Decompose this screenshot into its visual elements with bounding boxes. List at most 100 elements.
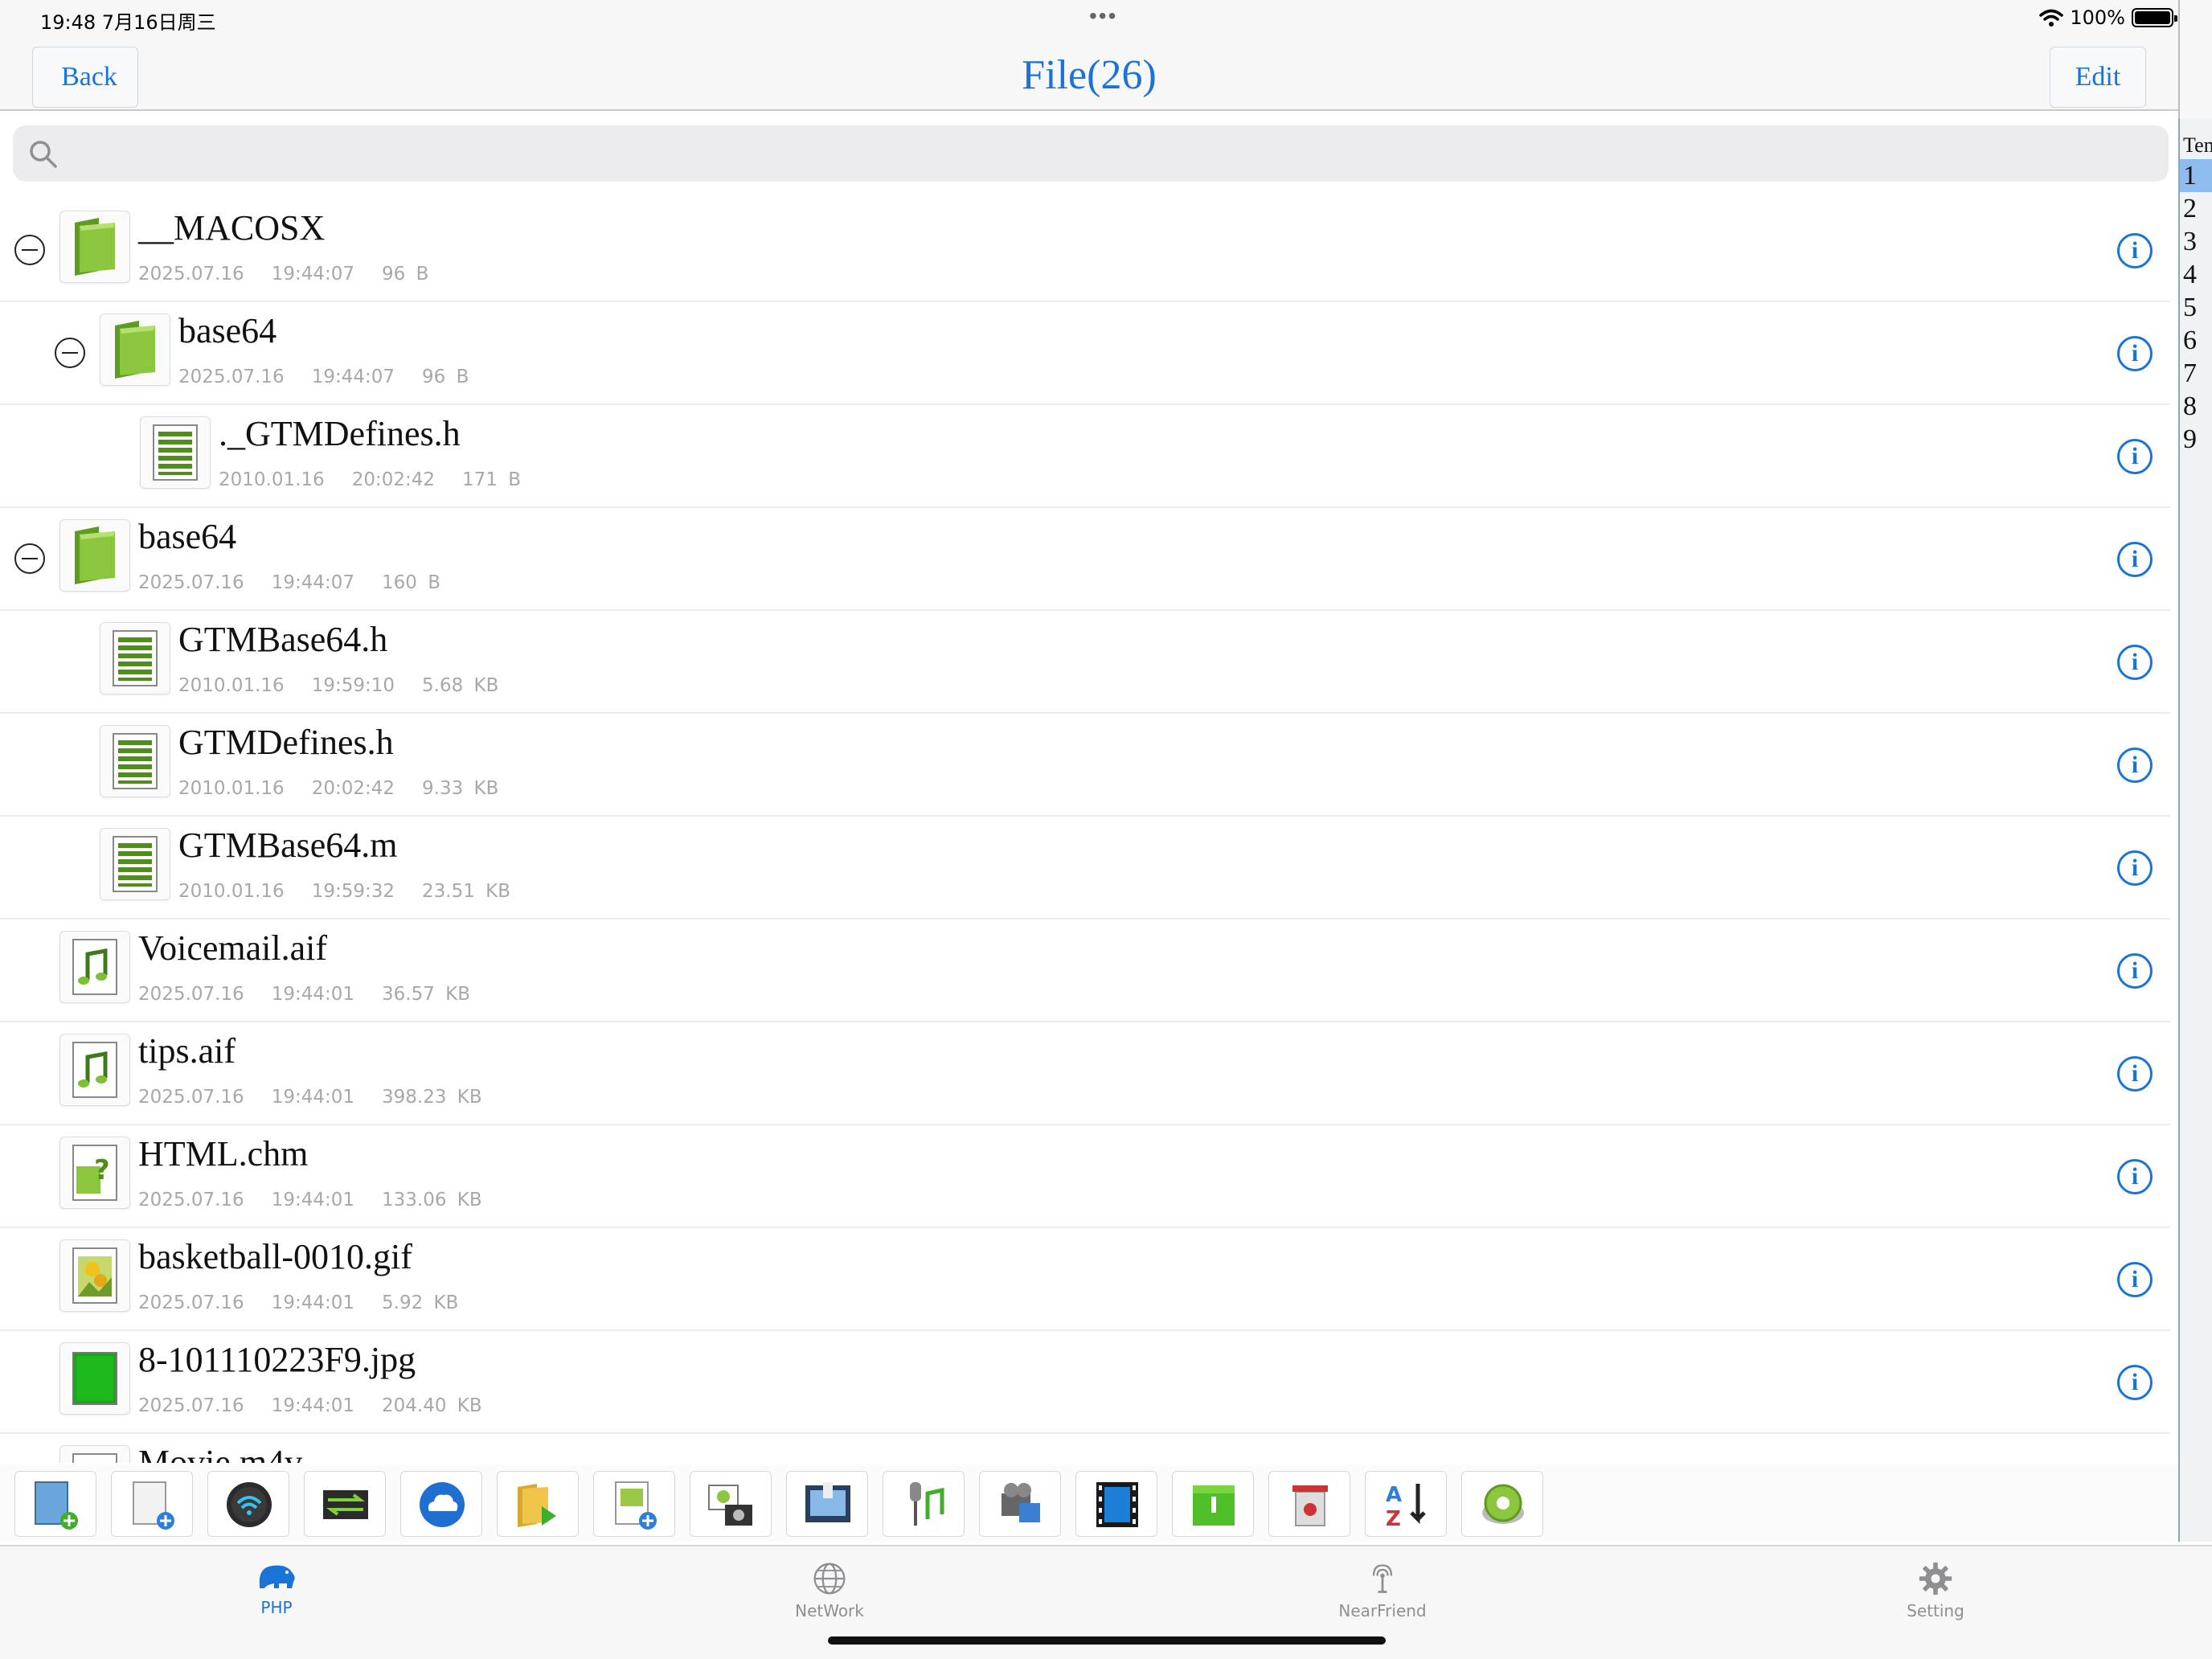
jpg-thumbnail-icon <box>59 1342 130 1415</box>
collapse-toggle-icon[interactable] <box>55 338 85 368</box>
new-folder-button[interactable] <box>14 1471 96 1537</box>
zip-archive-button[interactable] <box>1172 1471 1254 1537</box>
file-row[interactable]: tips.aif 2025.07.16 19:44:01 398.23 KB i <box>0 1022 2170 1125</box>
edit-button[interactable]: Edit <box>2050 47 2146 108</box>
video-camera-icon <box>1002 1483 1040 1522</box>
file-list[interactable]: __MACOSX 2025.07.16 19:44:07 96 B i base64 … <box>0 199 2178 1463</box>
file-row[interactable]: __MACOSX 2025.07.16 19:44:07 96 B i <box>0 199 2170 302</box>
new-file-button[interactable] <box>111 1471 193 1537</box>
index-item[interactable]: 1 <box>2180 159 2212 192</box>
file-row[interactable]: basketball-0010.gif 2025.07.16 19:44:01 5.… <box>0 1228 2170 1331</box>
index-item[interactable]: 9 <box>2180 423 2212 456</box>
film-button[interactable] <box>1075 1471 1157 1537</box>
file-date: 2010.01.16 <box>178 675 285 696</box>
movie-file-icon <box>59 1445 130 1463</box>
collapse-toggle-icon[interactable] <box>14 543 45 574</box>
file-name: __MACOSX <box>138 208 326 248</box>
screenshot-button[interactable] <box>786 1471 868 1537</box>
transfer-arrows-button[interactable] <box>304 1471 386 1537</box>
status-time: 19:48 7月16日周三 <box>40 11 216 34</box>
file-date: 2025.07.16 <box>178 367 285 387</box>
multitasking-dots-icon[interactable]: ••• <box>1089 3 1117 29</box>
index-item[interactable]: 3 <box>2180 225 2212 258</box>
file-name: 8-101110223F9.jpg <box>138 1340 416 1379</box>
action-toolbar: AZ <box>0 1464 2178 1542</box>
navigation-bar: Back File(26) Edit <box>0 37 2178 111</box>
file-row[interactable]: base64 2025.07.16 19:44:07 160 B i <box>0 508 2170 611</box>
info-icon[interactable]: i <box>2117 953 2153 989</box>
file-time: 19:59:10 <box>311 675 395 696</box>
index-item[interactable]: 6 <box>2180 324 2212 357</box>
index-item[interactable]: 5 <box>2180 291 2212 324</box>
tab-label: NetWork <box>795 1601 864 1620</box>
audio-file-icon <box>59 931 130 1003</box>
file-row[interactable]: GTMBase64.h 2010.01.16 19:59:10 5.68 KB i <box>0 611 2170 714</box>
file-row[interactable]: ._GTMDefines.h 2010.01.16 20:02:42 171 B i <box>0 405 2170 508</box>
wifi-transfer-button[interactable] <box>207 1471 289 1537</box>
tab-network[interactable]: NetWork <box>733 1561 926 1620</box>
info-icon[interactable]: i <box>2117 1159 2153 1194</box>
move-folder-icon <box>518 1484 556 1527</box>
file-date: 2010.01.16 <box>178 778 285 799</box>
sort-az-button[interactable]: AZ <box>1365 1471 1447 1537</box>
file-date: 2025.07.16 <box>138 264 244 285</box>
settings-gear-button[interactable] <box>1461 1471 1543 1537</box>
info-icon[interactable]: i <box>2117 233 2153 268</box>
search-input[interactable] <box>13 125 2169 182</box>
file-row[interactable]: Movie.m4v <box>0 1434 2170 1463</box>
file-name: base64 <box>178 311 277 350</box>
file-row[interactable]: ? HTML.chm 2025.07.16 19:44:01 133.06 KB i <box>0 1125 2170 1228</box>
tab-nearfriend[interactable]: NearFriend <box>1286 1561 1479 1620</box>
index-item[interactable]: 2 <box>2180 192 2212 225</box>
index-item[interactable]: 7 <box>2180 357 2212 390</box>
section-index-bar[interactable]: Temp 1 2 3 4 5 6 7 8 9 <box>2178 119 2212 1542</box>
info-icon[interactable]: i <box>2117 645 2153 680</box>
index-item[interactable]: 8 <box>2180 390 2212 423</box>
photo-import-button[interactable] <box>690 1471 772 1537</box>
index-item[interactable]: 4 <box>2180 258 2212 291</box>
file-date: 2025.07.16 <box>138 1395 244 1416</box>
file-meta: 2010.01.16 20:02:42 9.33 KB <box>178 778 526 799</box>
trash-button[interactable] <box>1268 1471 1350 1537</box>
file-time: 19:44:01 <box>271 1395 355 1416</box>
file-meta: 2010.01.16 19:59:32 23.51 KB <box>178 881 538 902</box>
file-date: 2025.07.16 <box>138 1292 244 1313</box>
file-row[interactable]: 8-101110223F9.jpg 2025.07.16 19:44:01 204.… <box>0 1331 2170 1434</box>
cloud-button[interactable] <box>400 1471 482 1537</box>
move-folder-button[interactable] <box>497 1471 579 1537</box>
info-icon[interactable]: i <box>2117 542 2153 577</box>
folder-icon <box>100 313 170 386</box>
video-camera-button[interactable] <box>979 1471 1061 1537</box>
file-row[interactable]: base64 2025.07.16 19:44:07 96 B i <box>0 302 2170 405</box>
info-icon[interactable]: i <box>2117 748 2153 783</box>
add-document-button[interactable] <box>593 1471 675 1537</box>
page-title: File(26) <box>1022 52 1157 98</box>
transfer-arrows-icon <box>323 1490 368 1519</box>
record-audio-button[interactable] <box>883 1471 965 1537</box>
info-icon[interactable]: i <box>2117 1262 2153 1297</box>
info-icon[interactable]: i <box>2117 850 2153 886</box>
info-icon[interactable]: i <box>2117 336 2153 371</box>
info-icon[interactable]: i <box>2117 1056 2153 1092</box>
file-date: 2025.07.16 <box>138 1087 244 1108</box>
tab-php[interactable]: PHP <box>180 1561 373 1617</box>
file-time: 19:44:07 <box>271 572 355 593</box>
file-time: 19:44:07 <box>311 367 395 387</box>
photo-import-icon <box>708 1485 752 1526</box>
file-row[interactable]: GTMDefines.h 2010.01.16 20:02:42 9.33 KB i <box>0 714 2170 817</box>
info-icon[interactable]: i <box>2117 439 2153 474</box>
antenna-icon <box>1372 1564 1393 1593</box>
file-name: ._GTMDefines.h <box>219 414 461 453</box>
info-icon[interactable]: i <box>2117 1365 2153 1400</box>
svg-text:?: ? <box>94 1154 110 1186</box>
collapse-toggle-icon[interactable] <box>14 235 45 265</box>
file-name: GTMBase64.m <box>178 825 398 865</box>
file-time: 19:44:01 <box>271 1087 355 1108</box>
home-indicator[interactable] <box>828 1636 1386 1645</box>
file-row[interactable]: GTMBase64.m 2010.01.16 19:59:32 23.51 KB i <box>0 817 2170 920</box>
status-bar: 19:48 7月16日周三 ••• 100% <box>0 0 2212 37</box>
record-audio-icon <box>910 1482 944 1526</box>
file-meta: 2010.01.16 20:02:42 171 B <box>219 469 548 490</box>
file-row[interactable]: Voicemail.aif 2025.07.16 19:44:01 36.57 KB… <box>0 920 2170 1022</box>
tab-setting[interactable]: Setting <box>1839 1561 2032 1620</box>
